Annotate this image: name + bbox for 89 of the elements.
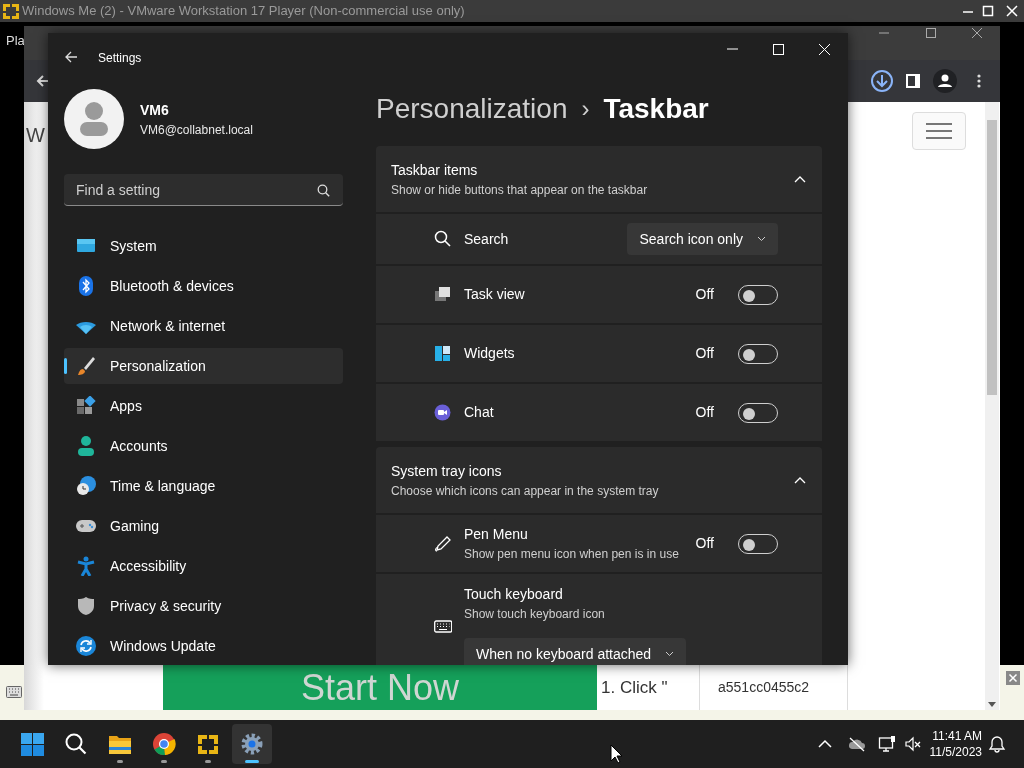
nav-item[interactable]: Accessibility [64, 548, 343, 584]
person-icon [76, 436, 96, 456]
bell-icon[interactable] [988, 735, 1006, 753]
clock-date: 11/5/2023 [929, 744, 982, 760]
user-name: VM6 [140, 100, 170, 120]
nav-item[interactable]: Windows Update [64, 628, 343, 664]
window-title: Windows Me (2) - VMware Workstation 17 Player (Non-commercial use only) [22, 2, 465, 21]
setting-description: Show touch keyboard icon [464, 606, 606, 623]
search-icon [64, 732, 88, 756]
cloud-off-icon[interactable] [847, 735, 866, 753]
toggle-state: Off [695, 285, 714, 304]
toggle-state: Off [695, 534, 714, 553]
toggle-state: Off [695, 344, 714, 363]
setting-label: Pen Menu [464, 525, 529, 544]
dropdown[interactable]: Search icon only [627, 223, 778, 255]
profile-icon[interactable] [933, 69, 957, 93]
person-icon [79, 102, 109, 136]
dropdown[interactable]: When no keyboard attached [464, 638, 687, 665]
maximize-icon[interactable] [772, 43, 785, 56]
search-icon [317, 184, 330, 197]
keyboard-icon [434, 618, 452, 636]
keyboard-icon [6, 686, 22, 698]
nav-item[interactable]: Accounts [64, 428, 343, 464]
chevron-down-icon [757, 236, 766, 242]
paintbrush-icon [76, 356, 96, 376]
close-icon[interactable] [1004, 3, 1020, 19]
chevron-up-icon[interactable] [794, 476, 806, 484]
shield-icon [76, 596, 96, 616]
globe-clock-icon [76, 476, 96, 496]
setting-label: Search [464, 229, 510, 249]
maximize-icon[interactable] [980, 3, 996, 19]
setting-label: Chat [464, 403, 495, 422]
setting-label: Task view [464, 285, 526, 304]
taskbar-button[interactable] [232, 724, 272, 764]
section-title: Taskbar items [391, 160, 479, 180]
scroll-down-icon[interactable] [987, 702, 997, 708]
back-icon[interactable] [35, 73, 51, 89]
user-email: VM6@collabnet.local [140, 121, 253, 139]
refresh-icon [76, 636, 96, 656]
app-logo-icon [196, 732, 220, 756]
section-header[interactable]: System tray icons Choose which icons can appear in the system tray [376, 447, 822, 513]
search-icon [434, 230, 452, 248]
accessibility-icon [76, 556, 96, 576]
download-icon[interactable] [870, 69, 894, 93]
nav-item[interactable]: Privacy & security [64, 588, 343, 624]
gear-icon [240, 732, 264, 756]
nav-item[interactable]: Apps [64, 388, 343, 424]
bluetooth-icon [76, 276, 96, 296]
menu-label[interactable]: Pla [6, 31, 25, 51]
page-title: Taskbar [603, 92, 709, 126]
setting-label: Widgets [464, 344, 516, 363]
section-header[interactable]: Taskbar items Show or hide buttons that appear on the taskbar [376, 146, 822, 212]
monitor-icon[interactable] [877, 735, 896, 753]
browser-icon [152, 732, 176, 756]
nav-item[interactable]: Gaming [64, 508, 343, 544]
app-logo-icon [2, 2, 20, 20]
pen-icon [434, 534, 452, 553]
widgets-icon [434, 344, 452, 363]
cursor-icon [610, 744, 624, 764]
section-title: System tray icons [391, 461, 503, 481]
section-subtitle: Choose which icons can appear in the system tray [391, 482, 660, 500]
windows-logo-icon [20, 732, 44, 756]
side-panel-icon[interactable] [905, 73, 921, 89]
setting-label: Touch keyboard [464, 585, 564, 604]
setting-description: Show pen menu icon when pen is in use [464, 546, 680, 563]
apps-icon [76, 396, 96, 416]
window-title: Settings [98, 50, 142, 67]
nav-item[interactable]: System [64, 228, 343, 264]
section-subtitle: Show or hide buttons that appear on the taskbar [391, 181, 649, 199]
search-field[interactable]: Find a setting [64, 174, 343, 206]
chevron-down-icon [665, 651, 675, 657]
nav-item[interactable]: Personalization [64, 348, 343, 384]
chat-icon [434, 403, 452, 422]
clock-time: 11:41 AM [931, 728, 982, 744]
breadcrumb-link[interactable]: Personalization [376, 88, 568, 130]
nav-item[interactable]: Time & language [64, 468, 343, 504]
breadcrumb-separator: › [581, 94, 590, 124]
scrollbar-thumb[interactable] [987, 120, 997, 395]
scrollbar[interactable] [985, 102, 999, 710]
windows-stack-icon [434, 285, 452, 304]
chevron-up-icon[interactable] [794, 175, 806, 183]
back-icon[interactable] [64, 50, 78, 64]
menu-icon[interactable] [926, 122, 952, 140]
toggle-state: Off [695, 403, 714, 422]
nav-item[interactable]: Network & internet [64, 308, 343, 344]
nav-item[interactable]: Bluetooth & devices [64, 268, 343, 304]
menu-button[interactable] [912, 112, 966, 150]
speaker-muted-icon[interactable] [903, 735, 922, 753]
page-heading: W [26, 123, 45, 148]
